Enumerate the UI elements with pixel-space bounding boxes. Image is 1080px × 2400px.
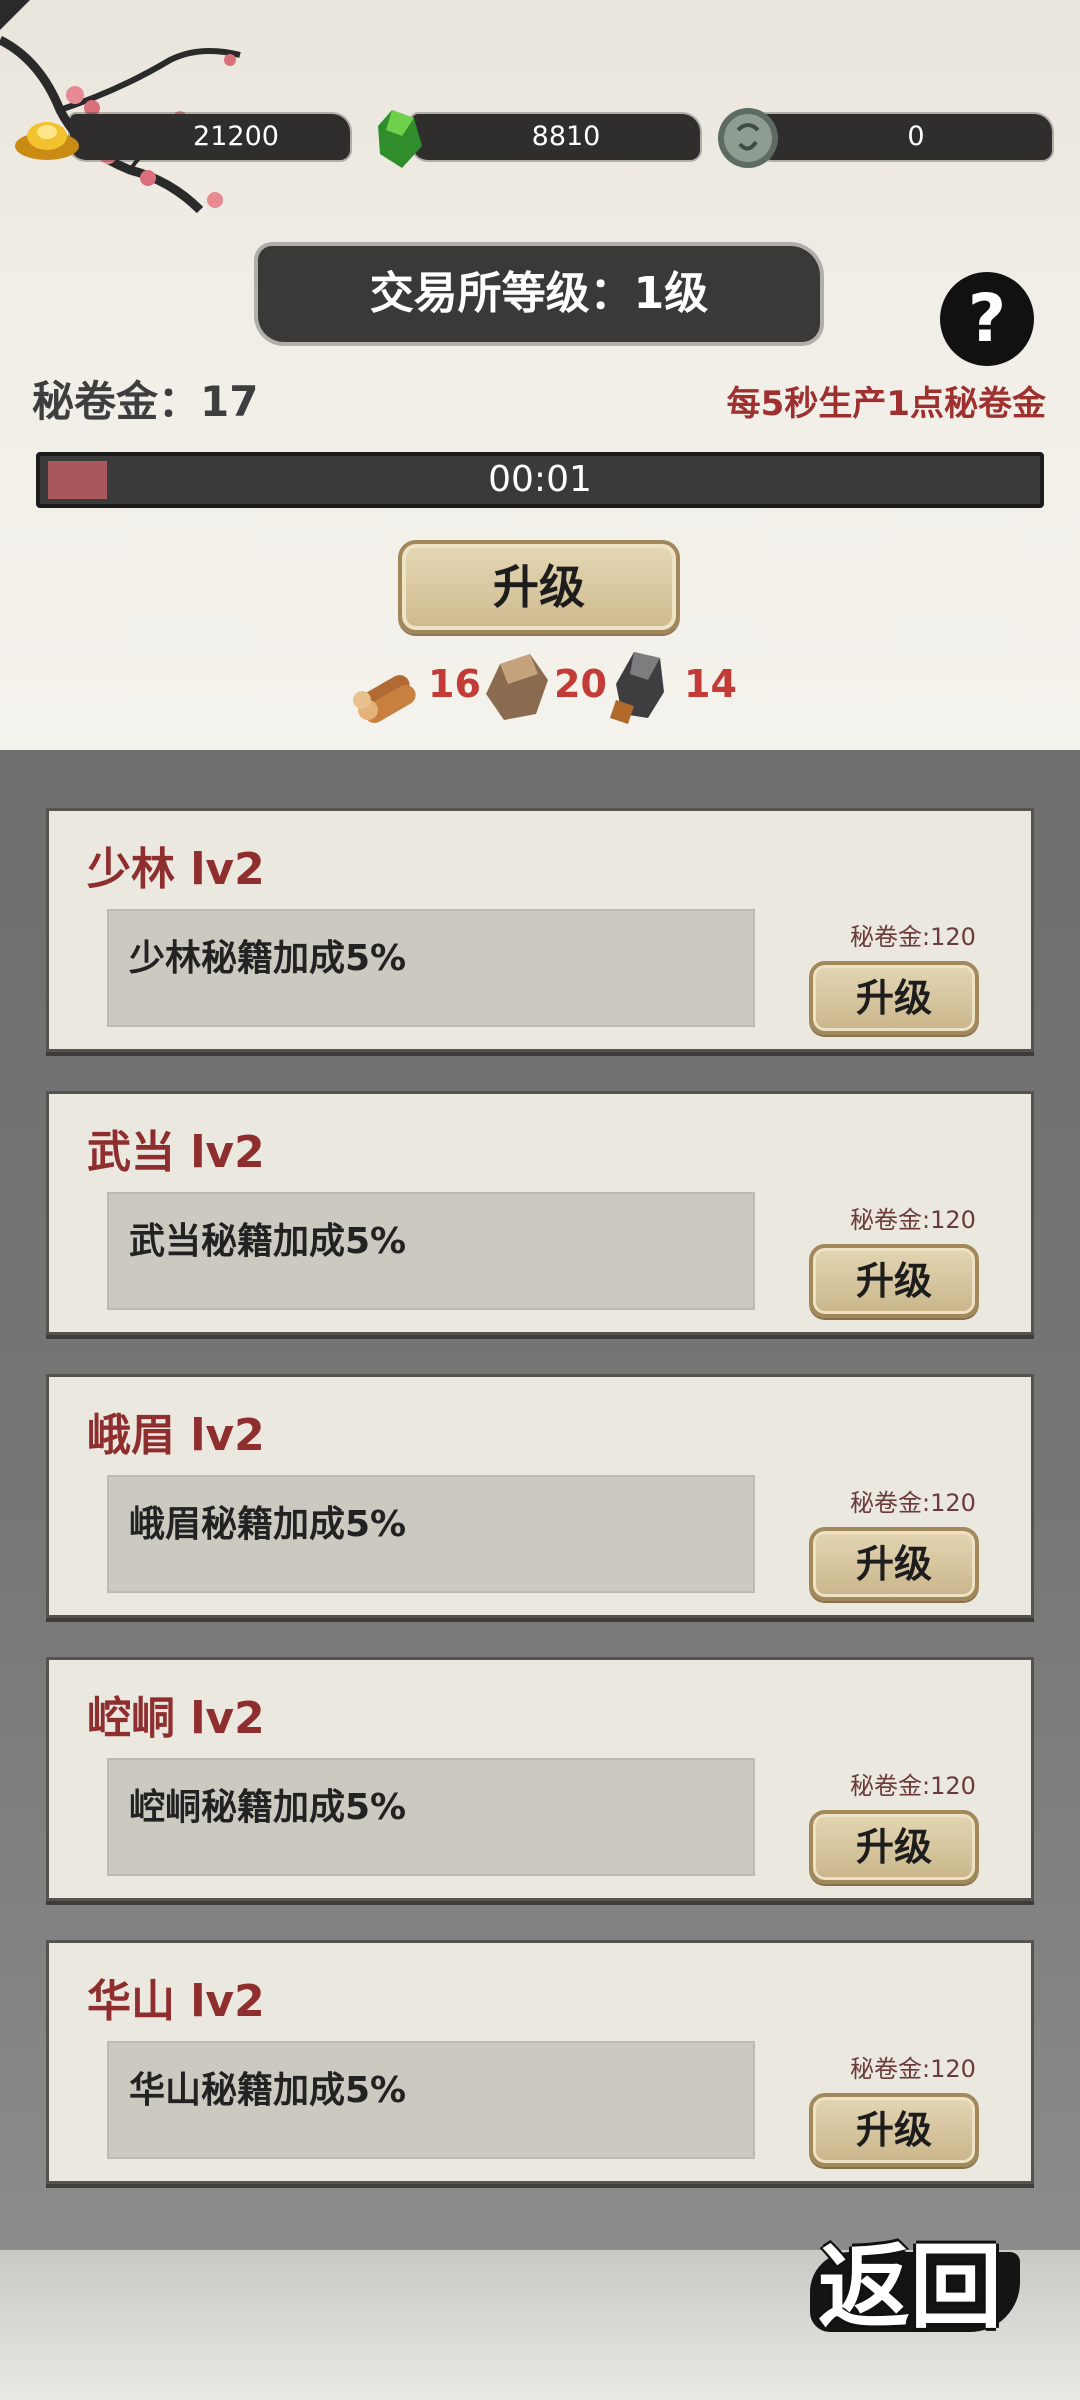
sect-upgrade-cost: 秘卷金:120	[850, 923, 976, 951]
sect-title: 武当 lv2	[87, 1127, 265, 1178]
stone-icon	[486, 654, 548, 720]
silver-value: 0	[907, 121, 925, 152]
production-rate: 每5秒生产1点秘卷金	[726, 384, 1046, 424]
gold-ingot-icon	[15, 122, 79, 160]
jade-currency: 8810	[372, 110, 700, 168]
sect-description-box: 武当秘籍加成5%	[107, 1192, 755, 1310]
sect-upgrade-button[interactable]: 升级	[809, 2093, 979, 2167]
wood-cost-value: 16	[428, 662, 481, 706]
wood-icon	[353, 675, 416, 723]
sect-description: 武当秘籍加成5%	[129, 1221, 407, 1262]
sect-description: 崆峒秘籍加成5%	[129, 1787, 407, 1828]
sect-title: 崆峒 lv2	[87, 1693, 265, 1744]
sect-title: 少林 lv2	[87, 844, 265, 895]
sect-description: 峨眉秘籍加成5%	[129, 1504, 407, 1545]
sect-card-wudang: 武当 lv2 武当秘籍加成5% 秘卷金:120 升级	[46, 1091, 1034, 1335]
sect-description: 少林秘籍加成5%	[129, 938, 407, 979]
iron-ore-cost-value: 14	[684, 662, 737, 706]
exchange-upgrade-button[interactable]: 升级	[398, 540, 680, 634]
sect-card-huashan: 华山 lv2 华山秘籍加成5% 秘卷金:120 升级	[46, 1940, 1034, 2184]
gold-value: 21200	[193, 121, 279, 152]
help-button[interactable]: ?	[940, 272, 1034, 366]
sect-card-kongtong: 崆峒 lv2 崆峒秘籍加成5% 秘卷金:120 升级	[46, 1657, 1034, 1901]
iron-ore-cost: 14	[604, 644, 737, 728]
jade-icon	[378, 110, 422, 168]
sect-upgrade-cost: 秘卷金:120	[850, 1772, 976, 1800]
sect-title: 华山 lv2	[87, 1976, 265, 2027]
production-progress-bar: 00:01	[36, 452, 1044, 508]
sect-upgrade-button[interactable]: 升级	[809, 1527, 979, 1601]
sect-description-box: 峨眉秘籍加成5%	[107, 1475, 755, 1593]
exchange-level-title: 交易所等级：1级	[369, 268, 709, 319]
sect-upgrade-button[interactable]: 升级	[809, 961, 979, 1035]
scroll-gold-amount: 秘卷金：17	[32, 377, 259, 426]
sect-upgrade-button[interactable]: 升级	[809, 1244, 979, 1318]
back-label: 返回	[817, 2233, 1002, 2341]
sect-description-box: 少林秘籍加成5%	[107, 909, 755, 1027]
gold-currency: 21200	[15, 112, 350, 162]
sect-card-emei: 峨眉 lv2 峨眉秘籍加成5% 秘卷金:120 升级	[46, 1374, 1034, 1618]
wood-cost: 16	[348, 644, 481, 728]
sect-list-panel: 少林 lv2 少林秘籍加成5% 秘卷金:120 升级 武当 lv2 武当秘籍加成…	[0, 750, 1080, 2250]
sect-upgrade-cost: 秘卷金:120	[850, 1489, 976, 1517]
silver-currency: 0	[716, 108, 1052, 168]
back-button[interactable]: 返回	[780, 2222, 1040, 2352]
sect-description: 华山秘籍加成5%	[129, 2070, 407, 2111]
sect-description-box: 崆峒秘籍加成5%	[107, 1758, 755, 1876]
jade-value: 8810	[531, 121, 601, 152]
sect-upgrade-button[interactable]: 升级	[809, 1810, 979, 1884]
progress-timer: 00:01	[488, 459, 592, 500]
sect-card-shaolin: 少林 lv2 少林秘籍加成5% 秘卷金:120 升级	[46, 808, 1034, 1052]
sect-title: 峨眉 lv2	[87, 1410, 265, 1461]
stone-cost-value: 20	[554, 662, 607, 706]
stone-cost: 20	[480, 644, 610, 728]
sect-description-box: 华山秘籍加成5%	[107, 2041, 755, 2159]
iron-ore-icon	[610, 652, 664, 724]
sect-upgrade-cost: 秘卷金:120	[850, 1206, 976, 1234]
silver-coin-icon	[718, 108, 778, 168]
sect-upgrade-cost: 秘卷金:120	[850, 2055, 976, 2083]
